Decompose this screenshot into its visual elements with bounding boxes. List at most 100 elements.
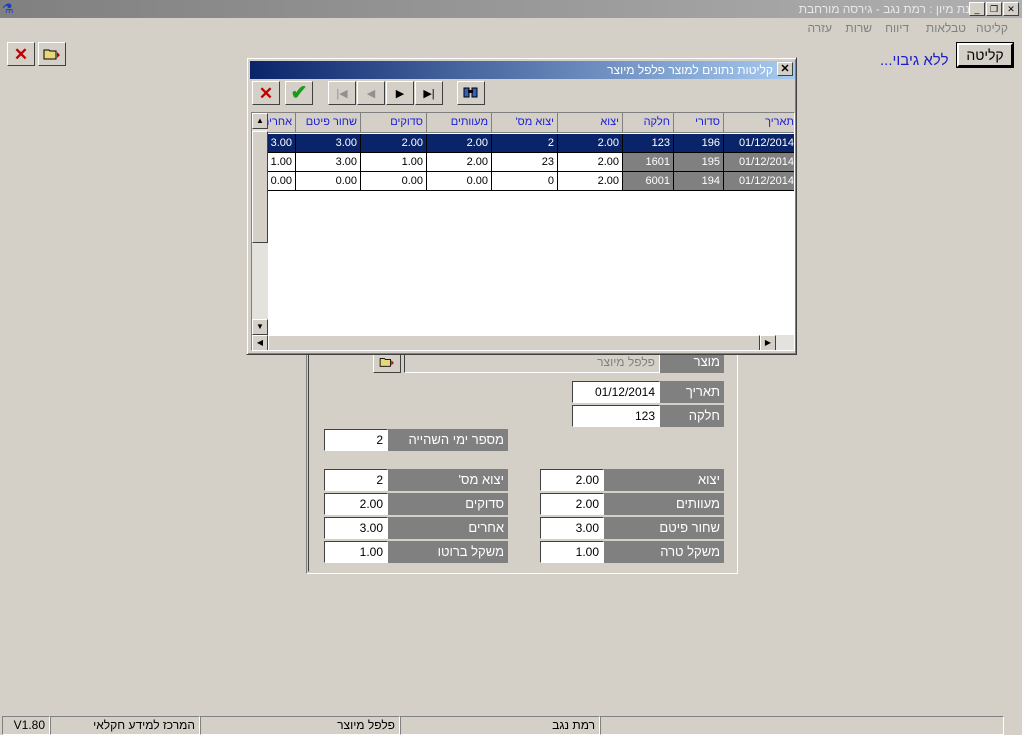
main-close-button[interactable]: ✕ — [7, 42, 35, 66]
grid-header-col-export-num[interactable]: יצוא מס' — [492, 113, 558, 133]
grid-cell-col-distorted[interactable]: 0.00 — [427, 172, 492, 191]
kelita-button[interactable]: קליטה — [956, 42, 1014, 68]
horizontal-scroll-thumb[interactable] — [268, 335, 760, 350]
records-dialog: קליטות נתונים למוצר פלפל מיוצר ✕ ✕ ✔ |◀ … — [246, 57, 797, 355]
grid-header-col-others[interactable]: אחרים — [268, 113, 296, 133]
grid-cell-col-black-tip[interactable]: 0.00 — [296, 172, 361, 191]
tare-weight-label: משקל טרה — [604, 541, 724, 563]
menu-item-help[interactable]: עזרה — [807, 21, 832, 35]
cracked-label: סדוקים — [388, 493, 508, 515]
grid-cell-col-distorted[interactable]: 2.00 — [427, 134, 492, 153]
plot-field[interactable]: 123 — [572, 405, 660, 427]
window-close-button[interactable]: ✕ — [1003, 2, 1019, 16]
dialog-title: קליטות נתונים למוצר פלפל מיוצר — [607, 63, 773, 77]
black-tip-field[interactable]: 3.00 — [540, 517, 604, 539]
print-preview-button[interactable] — [457, 81, 485, 105]
grid-cell-col-serial[interactable]: 196 — [674, 134, 724, 153]
status-product: פלפל מיוצר — [200, 716, 400, 735]
gross-weight-label: משקל ברוטו — [388, 541, 508, 563]
prev-record-icon: ◀ — [366, 87, 376, 100]
distorted-field[interactable]: 2.00 — [540, 493, 604, 515]
grid-cell-col-cracked[interactable]: 2.00 — [361, 134, 427, 153]
grid-cell-col-plot[interactable]: 1601 — [623, 153, 674, 172]
grid-cell-col-others[interactable]: 1.00 — [268, 153, 296, 172]
menu-item-kelita[interactable]: קליטה — [976, 21, 1008, 35]
grid-header-col-cracked[interactable]: סדוקים — [361, 113, 427, 133]
window-title: תחנת מיון : רמת נגב - גירסה מורחבת — [798, 2, 986, 16]
scroll-right-icon[interactable]: ▶ — [760, 335, 776, 350]
grid-cell-col-date[interactable]: 01/12/2014 — [724, 172, 794, 191]
cancel-icon: ✕ — [258, 83, 274, 103]
dialog-ok-button[interactable]: ✔ — [285, 81, 313, 105]
horizontal-scrollbar[interactable]: ◀ ▶ — [252, 335, 794, 350]
folder-open-icon — [43, 49, 60, 60]
grid-cell-col-black-tip[interactable]: 3.00 — [296, 134, 361, 153]
black-tip-label: שחור פיטם — [604, 517, 724, 539]
records-grid[interactable]: ▲ ▼ ◀ ▶ תאריך סדורי חלקה יצוא יצוא מס' מעוותי… — [251, 112, 795, 351]
menu-item-reports[interactable]: דיווח — [885, 21, 909, 35]
grid-cell-col-serial[interactable]: 194 — [674, 172, 724, 191]
grid-cell-col-export-num[interactable]: 2 — [492, 134, 558, 153]
dialog-close-button[interactable]: ✕ — [777, 62, 793, 76]
grid-cell-col-date[interactable]: 01/12/2014 — [724, 134, 794, 153]
status-site: רמת נגב — [400, 716, 600, 735]
nav-last-button[interactable]: ▶| — [415, 81, 443, 105]
grid-cell-col-plot[interactable]: 123 — [623, 134, 674, 153]
restore-button[interactable]: ❐ — [986, 2, 1002, 16]
storage-days-label: מספר ימי השהייה — [388, 429, 508, 451]
grid-cell-col-export[interactable]: 2.00 — [558, 153, 623, 172]
main-open-button[interactable] — [38, 42, 66, 66]
close-icon: ✕ — [13, 44, 29, 64]
distorted-label: מעוותים — [604, 493, 724, 515]
grid-cell-col-cracked[interactable]: 0.00 — [361, 172, 427, 191]
vertical-scroll-thumb[interactable] — [252, 131, 268, 243]
status-version: V1.80 — [2, 716, 50, 735]
grid-cell-col-cracked[interactable]: 1.00 — [361, 153, 427, 172]
vertical-scrollbar[interactable]: ▲ ▼ — [252, 113, 268, 335]
menu-item-tables[interactable]: טבלאות — [926, 21, 966, 35]
export-num-field[interactable]: 2 — [324, 469, 388, 491]
nav-next-button[interactable]: ▶ — [386, 81, 414, 105]
grid-cell-col-distorted[interactable]: 2.00 — [427, 153, 492, 172]
window-titlebar: ⚗ תחנת מיון : רמת נגב - גירסה מורחבת _ ❐… — [0, 0, 1022, 18]
tare-weight-field[interactable]: 1.00 — [540, 541, 604, 563]
grid-cell-col-serial[interactable]: 195 — [674, 153, 724, 172]
grid-cell-col-others[interactable]: 0.00 — [268, 172, 296, 191]
dialog-cancel-button[interactable]: ✕ — [252, 81, 280, 105]
menu-item-service[interactable]: שרות — [845, 21, 872, 35]
grid-header-col-distorted[interactable]: מעוותים — [427, 113, 492, 133]
date-field[interactable]: 01/12/2014 — [572, 381, 660, 403]
cracked-field[interactable]: 2.00 — [324, 493, 388, 515]
others-label: אחרים — [388, 517, 508, 539]
grid-header-col-black-tip[interactable]: שחור פיטם — [296, 113, 361, 133]
scroll-up-icon[interactable]: ▲ — [252, 113, 268, 129]
grid-header-col-export[interactable]: יצוא — [558, 113, 623, 133]
export-num-label: יצוא מס' — [388, 469, 508, 491]
grid-header-col-date[interactable]: תאריך — [724, 113, 794, 133]
grid-header-col-serial[interactable]: סדורי — [674, 113, 724, 133]
app-icon: ⚗ — [2, 1, 14, 16]
grid-cell-col-date[interactable]: 01/12/2014 — [724, 153, 794, 172]
storage-days-field[interactable]: 2 — [324, 429, 388, 451]
nav-prev-button[interactable]: ◀ — [357, 81, 385, 105]
minimize-button[interactable]: _ — [969, 2, 985, 16]
grid-cell-col-export-num[interactable]: 23 — [492, 153, 558, 172]
status-org: המרכז למידע חקלאי — [50, 716, 200, 735]
date-label: תאריך — [660, 381, 724, 403]
checkmark-icon: ✔ — [290, 82, 308, 104]
grid-cell-col-black-tip[interactable]: 3.00 — [296, 153, 361, 172]
nav-first-button[interactable]: |◀ — [328, 81, 356, 105]
export-field[interactable]: 2.00 — [540, 469, 604, 491]
grid-cell-col-others[interactable]: 3.00 — [268, 134, 296, 153]
scroll-down-icon[interactable]: ▼ — [252, 319, 268, 335]
grid-cell-col-export[interactable]: 2.00 — [558, 172, 623, 191]
gross-weight-field[interactable]: 1.00 — [324, 541, 388, 563]
grid-cell-col-export-num[interactable]: 0 — [492, 172, 558, 191]
binoculars-icon — [463, 87, 478, 98]
grid-cell-col-export[interactable]: 2.00 — [558, 134, 623, 153]
grid-header-col-plot[interactable]: חלקה — [623, 113, 674, 133]
others-field[interactable]: 3.00 — [324, 517, 388, 539]
scroll-left-icon[interactable]: ◀ — [252, 335, 268, 350]
grid-cell-col-plot[interactable]: 6001 — [623, 172, 674, 191]
next-record-icon: ▶ — [395, 87, 405, 100]
